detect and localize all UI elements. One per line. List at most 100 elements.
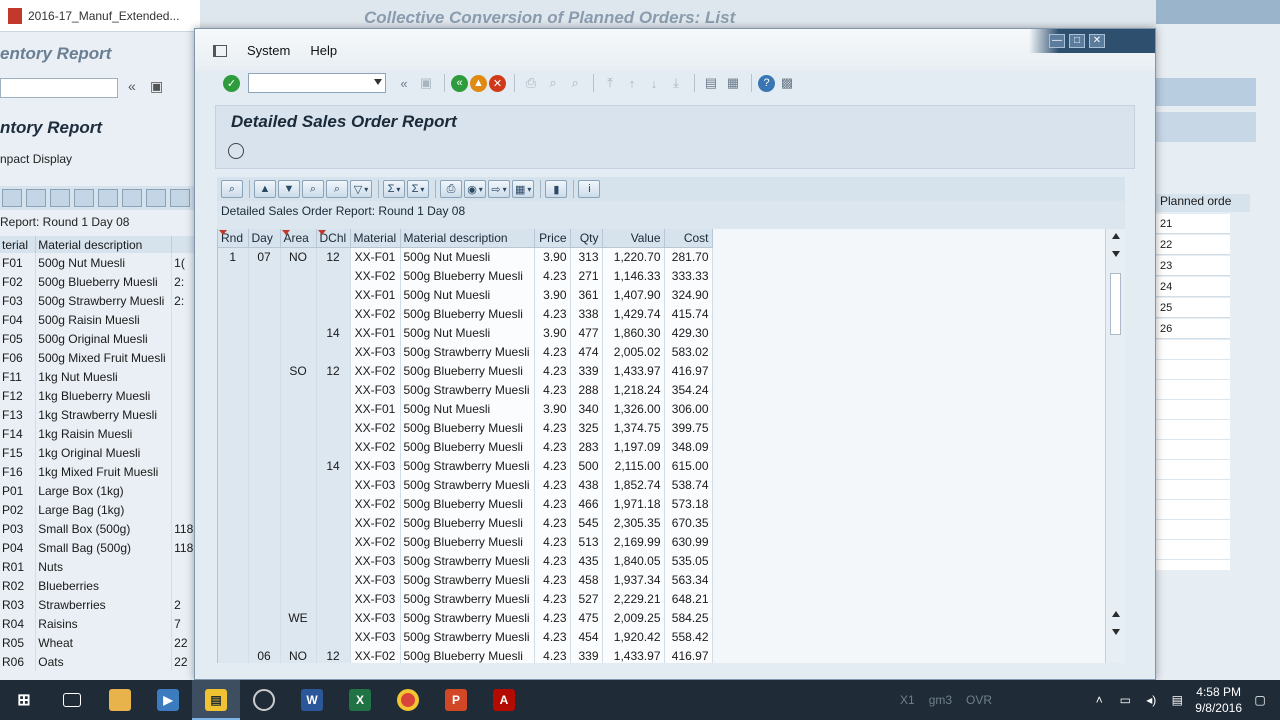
back-icon[interactable]: «	[451, 74, 468, 92]
excel-button[interactable]: X	[336, 680, 384, 720]
cancel-icon[interactable]: ✕	[489, 74, 506, 92]
exit-icon[interactable]: ▲	[470, 74, 487, 92]
chrome-button[interactable]	[384, 680, 432, 720]
total-icon[interactable]: Σ ▾	[383, 180, 405, 198]
bg-compact-display[interactable]: npact Display	[0, 152, 72, 166]
planned-order-header[interactable]: Planned orde	[1156, 194, 1250, 212]
bg-inventory-row[interactable]: F06 500g Mixed Fruit Muesli	[0, 348, 200, 367]
chevron-up-icon[interactable]: ˄	[1091, 693, 1107, 707]
table-row[interactable]: XX-F02 500g Blueberry Muesli 4.23 338 1,429.…	[218, 304, 713, 323]
file-explorer-button[interactable]	[96, 680, 144, 720]
powerpoint-button[interactable]: P	[432, 680, 480, 720]
table-row[interactable]: XX-F02 500g Blueberry Muesli 4.23 325 1,374.…	[218, 418, 713, 437]
command-field[interactable]	[248, 73, 386, 93]
planned-order-cell[interactable]: 21	[1156, 214, 1230, 234]
table-row[interactable]: XX-F03 500g Strawberry Muesli 4.23 288 1,218…	[218, 380, 713, 399]
bg-inventory-row[interactable]: F11 1kg Nut Muesli	[0, 367, 200, 386]
bg-inventory-row[interactable]: R05 Wheat 22	[0, 633, 200, 652]
bg-inventory-row[interactable]: R06 Oats 22	[0, 652, 200, 671]
scroll-thumb[interactable]	[1110, 273, 1121, 335]
task-view-button[interactable]	[48, 680, 96, 720]
planned-order-cell[interactable]: 25	[1156, 298, 1230, 318]
bg-inventory-row[interactable]: F01 500g Nut Muesli 1(	[0, 253, 200, 272]
scroll-up-icon[interactable]	[1112, 233, 1120, 239]
bg-col-description[interactable]: Material description	[35, 236, 173, 253]
acrobat-button[interactable]: A	[480, 680, 528, 720]
column-header-rnd[interactable]: Rnd	[218, 229, 249, 248]
maximize-icon[interactable]: □	[1069, 34, 1085, 48]
column-header-qty[interactable]: Qty	[570, 229, 603, 248]
close-icon[interactable]: ✕	[1089, 34, 1105, 48]
planned-order-cell[interactable]: 23	[1156, 256, 1230, 276]
bg-tool-icon[interactable]	[122, 189, 142, 207]
subtotal-icon[interactable]: Σ ▾	[407, 180, 429, 198]
bg-command-field[interactable]	[0, 78, 118, 98]
column-header-dchl[interactable]: DChl	[316, 229, 351, 248]
network-app-button[interactable]	[240, 680, 288, 720]
planned-order-cell[interactable]: 26	[1156, 319, 1230, 339]
keyboard-icon[interactable]: ▤	[1169, 693, 1185, 707]
table-row[interactable]: XX-F03 500g Strawberry Muesli 4.23 435 1,840…	[218, 551, 713, 570]
table-row[interactable]: XX-F02 500g Blueberry Muesli 4.23 283 1,197.…	[218, 437, 713, 456]
bg-inventory-row[interactable]: F13 1kg Strawberry Muesli	[0, 405, 200, 424]
column-header-day[interactable]: Day	[248, 229, 281, 248]
bg-inventory-row[interactable]: R04 Raisins 7	[0, 614, 200, 633]
bg-inventory-row[interactable]: P03 Small Box (500g) 118	[0, 519, 200, 538]
column-header-price[interactable]: Price	[534, 229, 571, 248]
table-row[interactable]: SO 12 XX-F02 500g Blueberry Muesli 4.23 339 1,…	[218, 361, 713, 380]
views-icon[interactable]: ◉ ▾	[464, 180, 486, 198]
bg-tool-icon[interactable]	[26, 189, 46, 207]
bg-tool-icon[interactable]	[98, 189, 118, 207]
refresh-icon[interactable]	[228, 143, 244, 159]
find-next-icon[interactable]: ⌕	[326, 180, 348, 198]
menu-system[interactable]: System	[247, 43, 290, 58]
menu-help[interactable]: Help	[310, 43, 337, 58]
bg-inventory-row[interactable]: F04 500g Raisin Muesli	[0, 310, 200, 329]
pdf-tab[interactable]: 2016-17_Manuf_Extended...	[0, 0, 200, 32]
volume-icon[interactable]: ◂)	[1143, 693, 1159, 707]
save-icon[interactable]: ▣	[150, 78, 163, 95]
minimize-icon[interactable]: —	[1049, 34, 1065, 48]
table-row[interactable]: 14 XX-F01 500g Nut Muesli 3.90 477 1,860.30 42…	[218, 323, 713, 342]
graphic-icon[interactable]: ▮	[545, 180, 568, 198]
info-icon[interactable]: i	[578, 180, 601, 198]
table-row[interactable]: XX-F03 500g Strawberry Muesli 4.23 474 2,005…	[218, 342, 713, 361]
bg-tool-icon[interactable]	[170, 189, 190, 207]
bg-inventory-row[interactable]: F15 1kg Original Muesli	[0, 443, 200, 462]
help-icon[interactable]: ?	[758, 74, 775, 92]
media-player-button[interactable]: ▶	[144, 680, 192, 720]
layout-icon[interactable]: ▩	[777, 74, 797, 92]
clock[interactable]: 4:58 PM 9/8/2016	[1195, 684, 1242, 716]
bg-tool-icon[interactable]	[2, 189, 22, 207]
create-session-icon[interactable]: ▤	[701, 74, 721, 92]
bg-inventory-row[interactable]: P04 Small Bag (500g) 118	[0, 538, 200, 557]
planned-order-cell[interactable]: 22	[1156, 235, 1230, 255]
status-mode[interactable]: OVR	[966, 693, 992, 707]
export-icon[interactable]: ⇨ ▾	[488, 180, 510, 198]
bg-inventory-row[interactable]: R01 Nuts	[0, 557, 200, 576]
table-row[interactable]: WE XX-F03 500g Strawberry Muesli 4.23 475 2,0…	[218, 608, 713, 627]
details-icon[interactable]: ⌕	[221, 180, 243, 198]
find-icon[interactable]: ⌕	[302, 180, 324, 198]
column-header-value[interactable]: Value	[602, 229, 665, 248]
table-row[interactable]: XX-F03 500g Strawberry Muesli 4.23 438 1,852…	[218, 475, 713, 494]
table-row[interactable]: 14 XX-F03 500g Strawberry Muesli 4.23 500 2,1…	[218, 456, 713, 475]
filter-icon[interactable]: ▽ ▾	[350, 180, 372, 198]
bg-inventory-row[interactable]: F12 1kg Blueberry Muesli	[0, 386, 200, 405]
enter-check-icon[interactable]: ✓	[223, 74, 240, 92]
table-row[interactable]: XX-F03 500g Strawberry Muesli 4.23 454 1,920…	[218, 627, 713, 646]
bg-tool-icon[interactable]	[74, 189, 94, 207]
column-header-material-description[interactable]: Material description	[400, 229, 535, 248]
bg-tool-icon[interactable]	[50, 189, 70, 207]
word-button[interactable]: W	[288, 680, 336, 720]
chevron-down-icon[interactable]	[374, 79, 382, 85]
bg-inventory-row[interactable]: P01 Large Box (1kg)	[0, 481, 200, 500]
bg-inventory-row[interactable]: P02 Large Bag (1kg)	[0, 500, 200, 519]
sort-descending-icon[interactable]: ▼	[278, 180, 300, 198]
print-preview-icon[interactable]: ⎙	[440, 180, 462, 198]
table-row[interactable]: XX-F01 500g Nut Muesli 3.90 340 1,326.00 306.…	[218, 399, 713, 418]
bg-inventory-row[interactable]: F05 500g Original Muesli	[0, 329, 200, 348]
column-header-material[interactable]: Material	[350, 229, 401, 248]
table-row[interactable]: 06 NO 12 XX-F02 500g Blueberry Muesli 4.23 339…	[218, 646, 713, 663]
table-row[interactable]: XX-F03 500g Strawberry Muesli 4.23 527 2,229…	[218, 589, 713, 608]
